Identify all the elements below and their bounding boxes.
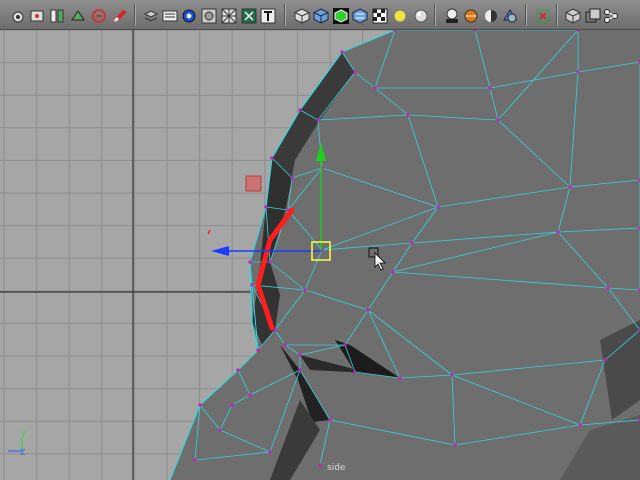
mesh-vertex [453,443,457,447]
mesh-vertex [303,288,307,292]
mesh-vertex [264,205,268,209]
make-live-icon[interactable] [70,8,86,24]
mesh-vertex [316,118,320,122]
xray-icon[interactable] [463,8,479,24]
use-default-lighting-icon[interactable] [392,8,408,24]
textured-icon[interactable] [372,8,388,24]
gate-mask-icon[interactable] [603,8,619,24]
mesh-vertex [406,113,410,117]
modeling-viewport[interactable]: side Y Z [0,30,640,480]
render-current-frame-icon[interactable] [112,8,128,24]
mesh-vertex [248,393,252,397]
mesh-vertex [353,370,357,374]
mesh-vertex [606,286,610,290]
snap-to-points-icon[interactable] [29,8,45,24]
mesh-vertex [578,423,582,427]
mesh-vertex [576,70,580,74]
mesh-vertex [198,403,202,407]
toolbar-separator [556,4,558,26]
mesh-vertex [270,156,274,160]
mesh-vertex [328,418,332,422]
mesh-vertex [410,241,414,245]
mesh-vertex [488,86,492,90]
mesh-vertex [298,368,302,372]
mesh-vertex [298,108,302,112]
mesh-vertex [496,118,500,122]
mesh-vertex [391,270,395,274]
resolution-gate-icon[interactable] [260,8,276,24]
toolbar-separator [134,4,136,26]
isolate-select-icon[interactable] [502,8,518,24]
mesh-vertex [283,343,287,347]
high-quality-icon[interactable] [444,8,460,24]
mesh-vertex [436,205,440,209]
grid-icon[interactable] [221,8,237,24]
smooth-shade-icon[interactable] [333,8,349,24]
mesh-vertex [298,353,302,357]
show-manipulators-icon[interactable] [585,8,601,24]
camera-name-label: side [327,463,346,473]
backface-icon[interactable] [483,8,499,24]
snap-to-view-planes-icon[interactable] [49,8,65,24]
mesh-vertex [353,70,357,74]
toolbar-separator [525,4,527,26]
axis-y-label: Y [21,430,26,439]
viewport-toolbar [0,0,640,30]
mesh-vertex [340,50,344,54]
mesh-vertex [193,458,197,462]
wireframe-on-shaded-icon[interactable] [352,8,368,24]
mesh-vertex [268,450,272,454]
mesh-vertex [290,176,294,180]
mesh-vertex [250,283,254,287]
mesh-vertex [268,260,272,264]
image-plane-icon[interactable] [201,8,217,24]
toolbar-separator [434,4,436,26]
bookmark-icon[interactable] [181,8,197,24]
film-gate-icon[interactable] [241,8,257,24]
mesh-vertex [236,368,240,372]
mesh-vertex [398,376,402,380]
mesh-vertex [218,428,222,432]
mesh-vertex [556,230,560,234]
select-camera-icon[interactable] [143,8,159,24]
mesh-vertex [256,348,260,352]
ambient-occlusion-icon[interactable] [565,8,581,24]
mesh-vertex [366,308,370,312]
snap-to-curves-icon[interactable] [10,8,26,24]
hud-icon[interactable] [622,8,638,24]
mesh-vertex [373,86,377,90]
mesh-vertex [450,373,454,377]
wireframe-icon[interactable] [313,8,329,24]
toolbar-separator [284,4,286,26]
camera-attributes-icon[interactable] [162,8,178,24]
shadows-icon[interactable] [413,8,429,24]
mesh-vertex [473,30,477,32]
mesh-vertex [343,343,347,347]
field-chart-icon[interactable] [294,8,310,24]
mesh-vertex [576,30,580,32]
move-manipulator-plane-handle [245,175,262,192]
mesh-vertex [603,358,607,362]
mesh-vertex [393,30,397,32]
mesh-vertex [230,403,234,407]
mesh-vertex [318,463,322,467]
axis-z-label: Z [20,448,26,457]
mesh-vertex [248,260,252,264]
mesh-vertex [568,185,572,189]
scene-canvas[interactable] [0,30,640,480]
history-on-icon[interactable] [91,8,107,24]
two-side-lighting-icon[interactable] [535,8,551,24]
